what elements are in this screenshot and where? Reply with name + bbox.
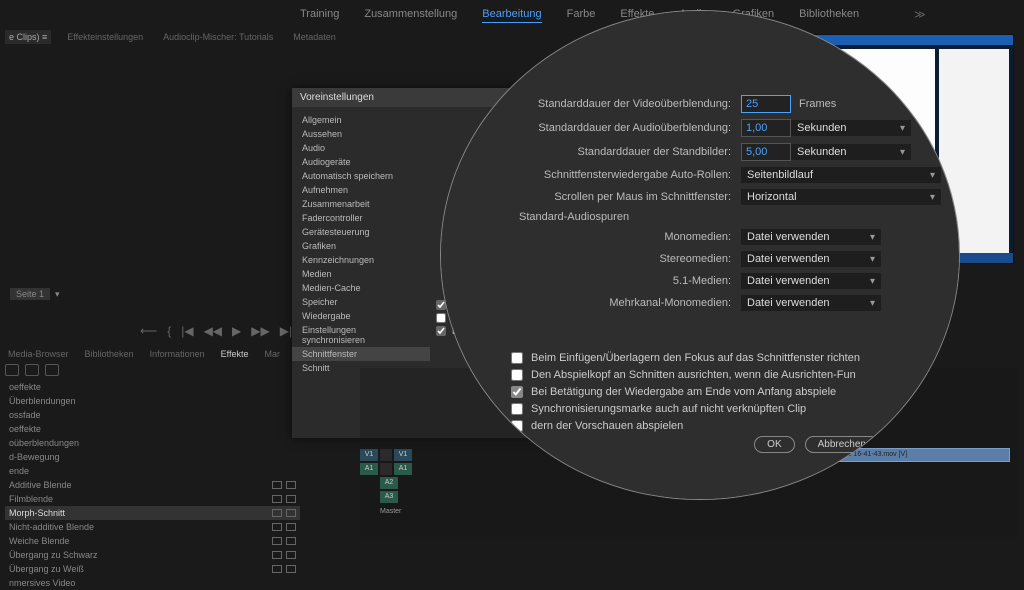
fx-filter-icon[interactable] xyxy=(25,364,39,376)
fx-filter-icon[interactable] xyxy=(45,364,59,376)
transport-btn[interactable]: ▶▶ xyxy=(251,324,269,338)
prefs-category[interactable]: Medien xyxy=(292,267,430,281)
effect-item[interactable]: oeffekte xyxy=(5,422,300,436)
prefs-category[interactable]: Zusammenarbeit xyxy=(292,197,430,211)
select-stereo[interactable]: Datei verwenden xyxy=(741,251,881,267)
prefs-category[interactable]: Speicher xyxy=(292,295,430,309)
effect-item[interactable]: Weiche Blende xyxy=(5,534,300,548)
track-master[interactable]: Master xyxy=(360,504,1018,518)
transport-btn[interactable]: ▶| xyxy=(280,324,292,338)
effect-item[interactable]: Morph-Schnitt xyxy=(5,506,300,520)
prefs-category[interactable]: Aufnehmen xyxy=(292,183,430,197)
tab-training[interactable]: Training xyxy=(300,8,339,23)
tab-effects[interactable]: Effekte xyxy=(218,348,252,360)
pref-checkbox[interactable]: Den Abspielkopf an Schnitten ausrichten,… xyxy=(511,369,941,381)
tab-libraries[interactable]: Bibliotheken xyxy=(82,348,137,360)
row-video-transition-duration: Standarddauer der Videoüberblendung: Fra… xyxy=(471,95,951,113)
tab-metadata[interactable]: Metadaten xyxy=(289,30,340,44)
tab-info[interactable]: Informationen xyxy=(147,348,208,360)
effect-item[interactable]: Nicht-additive Blende xyxy=(5,520,300,534)
play-button[interactable]: ▶ xyxy=(232,324,241,338)
row-autoroll: Schnittfensterwiedergabe Auto-Rollen: Se… xyxy=(471,167,951,183)
effect-item[interactable]: oüberblendungen xyxy=(5,436,300,450)
row-still-duration: Standarddauer der Standbilder: Sekunden xyxy=(471,143,951,161)
sequence-page-label: Seite 1 ▾ xyxy=(10,288,60,300)
pref-checkbox[interactable]: Synchronisierungsmarke auch auf nicht ve… xyxy=(511,403,941,415)
source-panel-tabs: e Clips) ≡ Effekteinstellungen Audioclip… xyxy=(5,30,340,44)
row-audio-transition-duration: Standarddauer der Audioüberblendung: Sek… xyxy=(471,119,951,137)
transport-btn[interactable]: ◀◀ xyxy=(204,324,222,338)
row-mono: Monomedien: Datei verwenden xyxy=(471,229,951,245)
tab-markers[interactable]: Mar xyxy=(261,348,283,360)
row-stereo: Stereomedien: Datei verwenden xyxy=(471,251,951,267)
prefs-category[interactable]: Medien-Cache xyxy=(292,281,430,295)
row-51: 5.1-Medien: Datei verwenden xyxy=(471,273,951,289)
input-audio-duration[interactable] xyxy=(741,119,791,137)
transport-btn[interactable]: ⟵ xyxy=(140,324,157,338)
prefs-category[interactable]: Audio xyxy=(292,141,430,155)
prefs-category[interactable]: Einstellungen synchronisieren xyxy=(292,323,430,347)
effect-item[interactable]: Überblendungen xyxy=(5,394,300,408)
prefs-category[interactable]: Schnittfenster xyxy=(292,347,430,361)
effect-item[interactable]: nmersives Video xyxy=(5,576,300,590)
fx-filter-icon[interactable] xyxy=(5,364,19,376)
effect-item[interactable]: ossfade xyxy=(5,408,300,422)
transport-btn[interactable]: |◀ xyxy=(181,324,193,338)
effect-item[interactable]: Übergang zu Schwarz xyxy=(5,548,300,562)
input-video-duration[interactable] xyxy=(741,95,791,113)
select-mono[interactable]: Datei verwenden xyxy=(741,229,881,245)
cancel-button[interactable]: Abbrechen xyxy=(805,436,879,453)
select-51[interactable]: Datei verwenden xyxy=(741,273,881,289)
prefs-category[interactable]: Wiedergabe xyxy=(292,309,430,323)
ok-button[interactable]: OK xyxy=(754,436,794,453)
effects-list[interactable]: oeffekteÜberblendungenossfadeoeffekteoüb… xyxy=(5,380,300,590)
prefs-category[interactable]: Automatisch speichern xyxy=(292,169,430,183)
unit-still-select[interactable]: Sekunden xyxy=(791,144,911,160)
prefs-category[interactable]: Kennzeichnungen xyxy=(292,253,430,267)
row-multimono: Mehrkanal-Monomedien: Datei verwenden xyxy=(471,295,951,311)
pref-checkbox[interactable]: dern der Vorschauen abspielen xyxy=(511,420,941,432)
effect-item[interactable]: Additive Blende xyxy=(5,478,300,492)
prefs-category[interactable]: Grafiken xyxy=(292,239,430,253)
select-mouse-scroll[interactable]: Horizontal xyxy=(741,189,941,205)
tab-media-browser[interactable]: Media-Browser xyxy=(5,348,72,360)
prefs-category[interactable]: Audiogeräte xyxy=(292,155,430,169)
tab-effect-settings[interactable]: Effekteinstellungen xyxy=(63,30,147,44)
effect-item[interactable]: Filmblende xyxy=(5,492,300,506)
row-mouse-scroll: Scrollen per Maus im Schnittfenster: Hor… xyxy=(471,189,951,205)
effect-item[interactable]: oeffekte xyxy=(5,380,300,394)
zoom-lens: Standarddauer der Videoüberblendung: Fra… xyxy=(440,10,960,500)
effects-panel: Media-Browser Bibliotheken Informationen… xyxy=(5,348,300,590)
pref-checkbox[interactable]: Bei Betätigung der Wiedergabe am Ende vo… xyxy=(511,386,941,398)
select-multimono[interactable]: Datei verwenden xyxy=(741,295,881,311)
unit-audio-select[interactable]: Sekunden xyxy=(791,120,911,136)
input-still-duration[interactable] xyxy=(741,143,791,161)
transport-btn[interactable]: { xyxy=(167,324,171,338)
fx-toggle-icon[interactable] xyxy=(380,449,392,461)
effect-item[interactable]: d-Bewegung xyxy=(5,450,300,464)
section-audio-tracks: Standard-Audiospuren xyxy=(471,211,951,223)
tab-clips[interactable]: e Clips) ≡ xyxy=(5,30,51,44)
prefs-category[interactable]: Fadercontroller xyxy=(292,211,430,225)
prefs-category[interactable]: Allgemein xyxy=(292,113,430,127)
tab-audio-mixer[interactable]: Audioclip-Mischer: Tutorials xyxy=(159,30,277,44)
effect-item[interactable]: ende xyxy=(5,464,300,478)
select-autoroll[interactable]: Seitenbildlauf xyxy=(741,167,941,183)
pref-checkbox[interactable]: Beim Einfügen/Überlagern den Fokus auf d… xyxy=(511,352,941,364)
prefs-category[interactable]: Gerätesteuerung xyxy=(292,225,430,239)
effect-item[interactable]: Übergang zu Weiß xyxy=(5,562,300,576)
prefs-category[interactable]: Aussehen xyxy=(292,127,430,141)
